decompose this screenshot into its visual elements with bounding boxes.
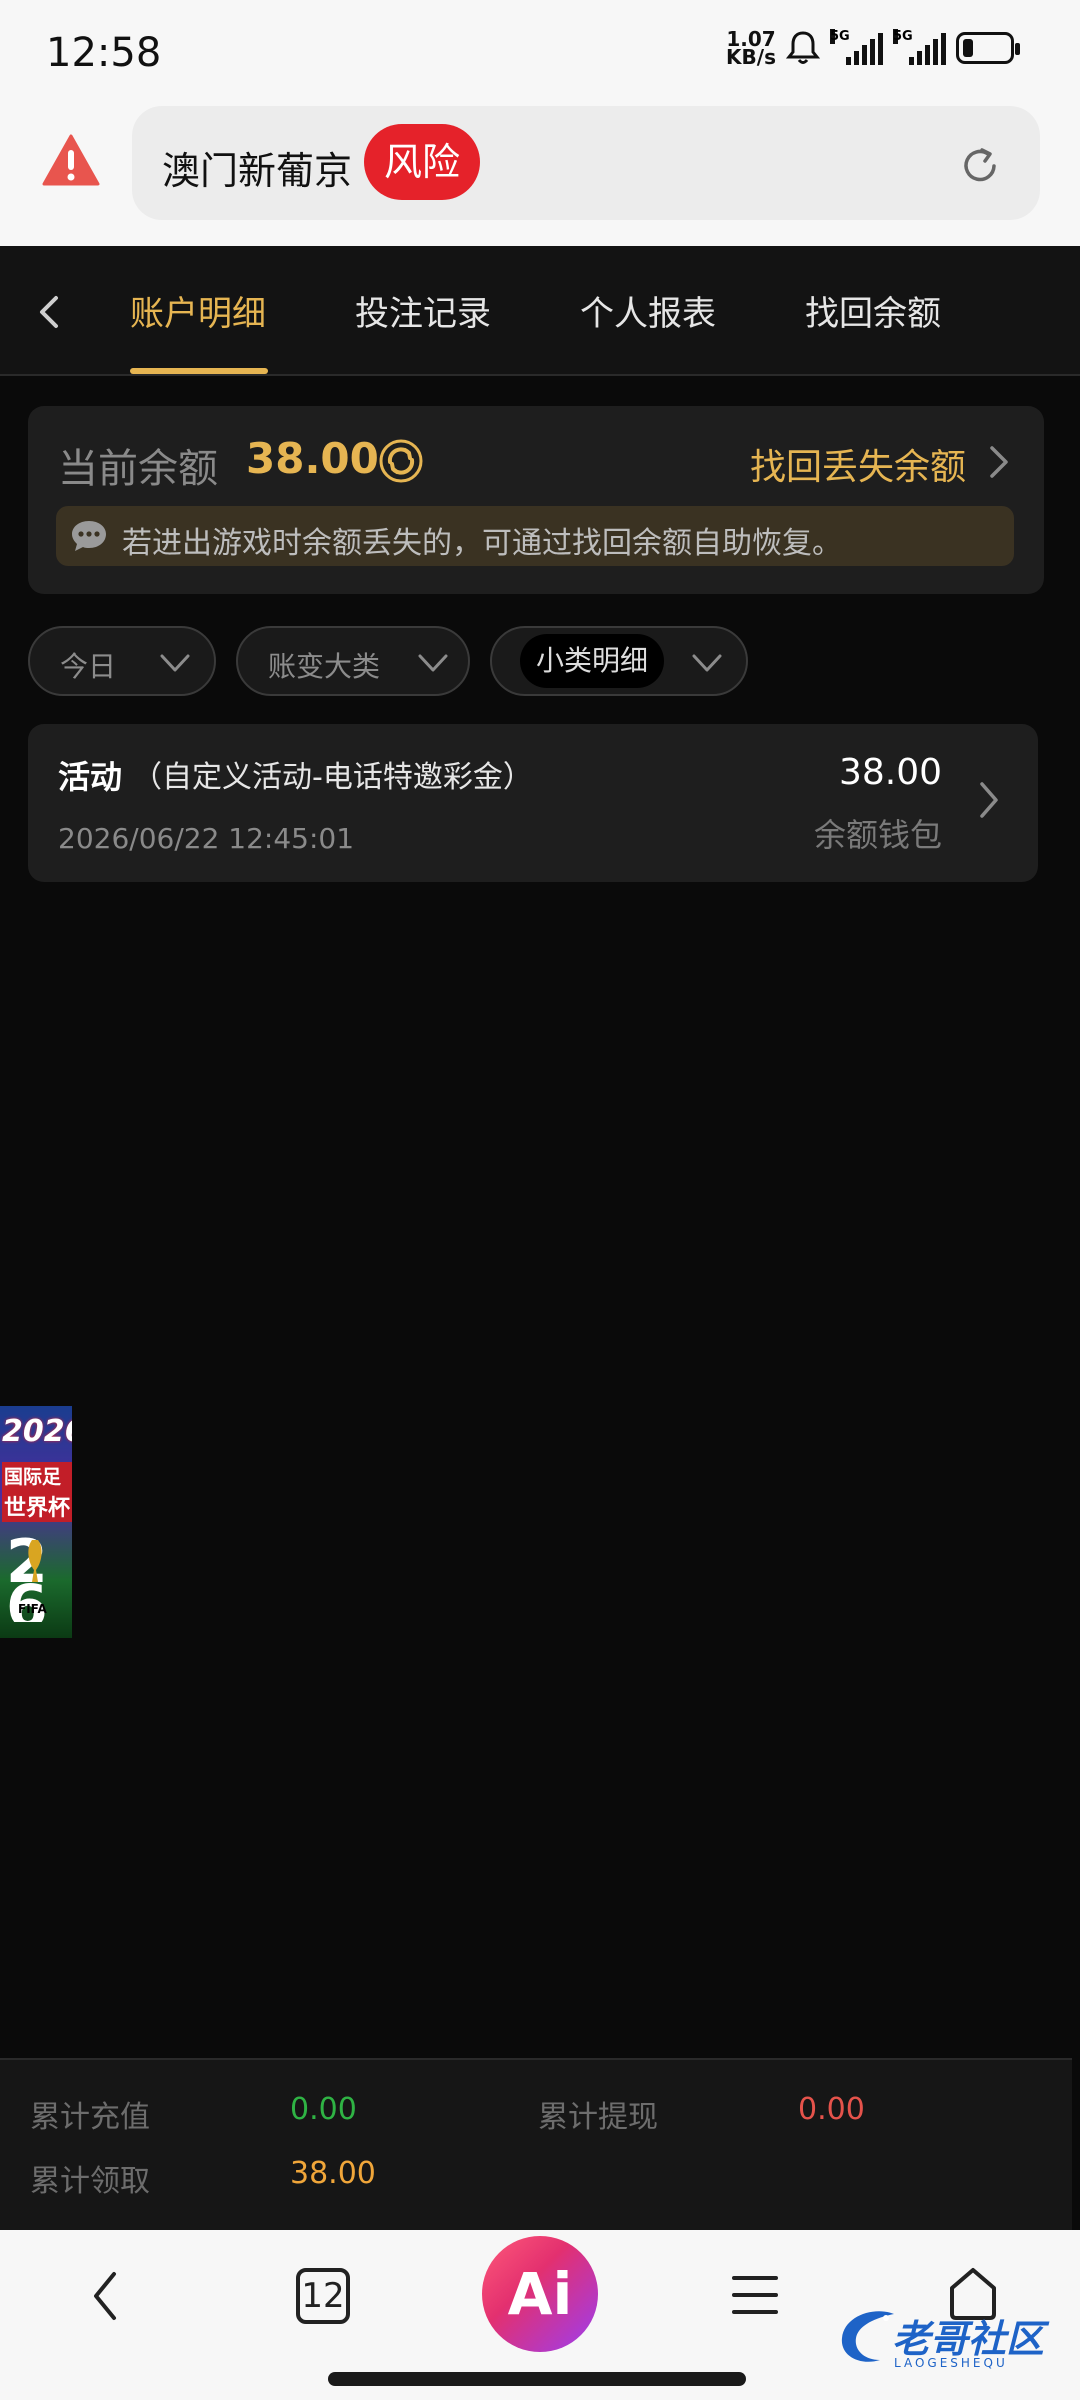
network-speed-unit: KB/s (726, 45, 776, 69)
record-category: 活动 (58, 758, 123, 796)
signal-label-2: 5G (893, 29, 913, 44)
tab-account-detail[interactable]: 账户明细 (130, 286, 266, 335)
recover-notice: 若进出游戏时余额丢失的，可通过找回余额自助恢复。 (56, 506, 1014, 566)
banner-brand: FIFA (18, 1602, 47, 1616)
refresh-balance-icon[interactable] (378, 438, 424, 484)
chevron-right-icon[interactable] (976, 780, 1002, 820)
balance-label: 当前余额 (58, 446, 218, 492)
status-bar: 12:58 1.07 KB/s 5G 5G (0, 0, 1080, 100)
total-deposit-label: 累计充值 (30, 2100, 150, 2135)
tab-recover-balance[interactable]: 找回余额 (805, 286, 941, 335)
site-title: 澳门新葡京 (162, 149, 353, 193)
filter-category[interactable]: 账变大类 (236, 626, 470, 696)
reload-icon[interactable] (958, 144, 1002, 188)
total-withdraw-value: 0.00 (798, 2092, 865, 2127)
record-amount: 38.00 (838, 752, 942, 793)
back-icon[interactable] (86, 2268, 126, 2324)
tab-personal-report[interactable]: 个人报表 (580, 286, 716, 335)
tab-bar: 账户明细 投注记录 个人报表 找回余额 (0, 246, 1080, 376)
recover-lost-balance-link[interactable]: 找回丢失余额 (750, 438, 966, 490)
total-claim-label: 累计领取 (30, 2164, 150, 2199)
watermark: 老哥社区 LAOGESHEQU (834, 2300, 1064, 2380)
menu-icon[interactable] (730, 2270, 780, 2320)
browser-bottom-nav: 12 Ai 老哥社区 LAOGESHEQU (0, 2230, 1080, 2400)
address-bar[interactable]: 澳门新葡京 风险 (132, 106, 1040, 220)
watermark-subtext: LAOGESHEQU (894, 2356, 1008, 2370)
signal-icon-2: 5G (893, 29, 946, 65)
world-cup-banner[interactable]: 2026 国际足球 世界杯 2 6 FIFA (0, 1406, 72, 1638)
notice-text: 若进出游戏时余额丢失的，可通过找回余额自助恢复。 (122, 526, 842, 561)
status-icons: 1.07 KB/s 5G 5G (726, 29, 1020, 69)
active-tab-indicator (130, 368, 268, 374)
signal-icon-1: 5G (830, 29, 883, 65)
filter-category-label: 账变大类 (268, 650, 381, 683)
filter-subcategory-label: 小类明细 (520, 634, 665, 688)
tab-count-button[interactable]: 12 (296, 2268, 350, 2324)
gesture-handle[interactable] (328, 2372, 746, 2386)
filter-date-label: 今日 (60, 650, 117, 683)
page: 12:58 1.07 KB/s 5G 5G 澳门新葡京 风险 账户明细 投注记录… (0, 0, 1080, 2400)
browser-address-area: 澳门新葡京 风险 (0, 100, 1080, 246)
filter-date[interactable]: 今日 (28, 626, 216, 696)
bell-icon (786, 31, 820, 64)
balance-value: 38.00 (246, 434, 379, 483)
back-arrow-icon[interactable] (30, 292, 70, 332)
record-wallet: 余额钱包 (813, 816, 942, 854)
record-detail: （自定义活动-电话特邀彩金） (132, 760, 533, 795)
total-deposit-value: 0.00 (290, 2092, 357, 2127)
chevron-down-icon (692, 654, 722, 672)
total-claim-value: 38.00 (290, 2156, 376, 2191)
record-datetime: 2026/06/22 12:45:01 (58, 822, 355, 855)
battery-icon (956, 32, 1020, 64)
chevron-right-icon[interactable] (984, 444, 1012, 480)
banner-line2: 世界杯 (2, 1490, 72, 1522)
total-withdraw-label: 累计提现 (538, 2100, 658, 2135)
summary-panel: 累计充值 0.00 累计提现 0.00 累计领取 38.00 (0, 2058, 1072, 2230)
chevron-down-icon (418, 654, 448, 672)
ai-button[interactable]: Ai (482, 2236, 598, 2352)
filter-subcategory[interactable]: 小类明细 (490, 626, 748, 696)
tab-bet-record[interactable]: 投注记录 (355, 286, 491, 335)
banner-year: 2026 (2, 1414, 72, 1449)
signal-label-1: 5G (830, 29, 850, 44)
chevron-down-icon (160, 654, 190, 672)
network-speed: 1.07 KB/s (726, 29, 776, 69)
warning-icon[interactable] (42, 134, 100, 186)
status-time: 12:58 (46, 30, 162, 76)
balance-card: 当前余额 38.00 找回丢失余额 若进出游戏时余额丢失的，可通过找回余额自助恢… (28, 406, 1044, 594)
watermark-text: 老哥社区 (892, 2317, 1045, 2361)
risk-badge[interactable]: 风险 (364, 124, 481, 200)
transaction-record[interactable]: 活动 （自定义活动-电话特邀彩金） 2026/06/22 12:45:01 38… (28, 724, 1038, 882)
chat-bubble-icon (72, 521, 106, 551)
